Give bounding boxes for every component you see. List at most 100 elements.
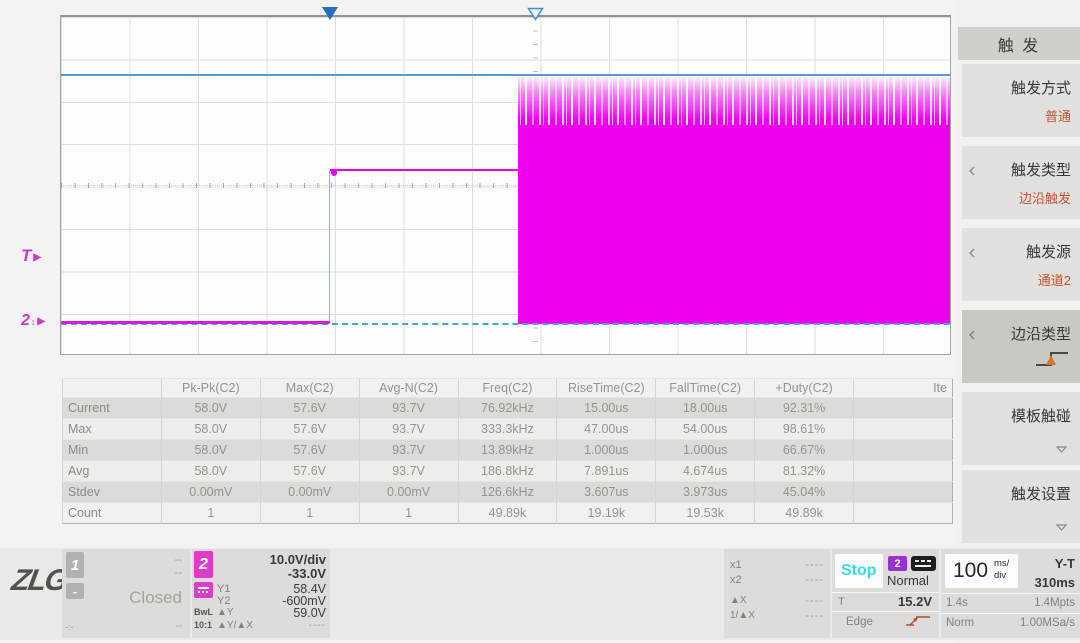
cell <box>854 419 953 440</box>
table-row-avg: Avg 58.0V 57.6V 93.7V 186.8kHz 7.891us 4… <box>63 461 953 482</box>
channel1-offset: -- <box>175 567 182 579</box>
cell: 57.6V <box>260 461 359 482</box>
channel2-status-block[interactable]: 2 10.0V/div -33.0V Y1 58.4V Y2 -600mV Bw… <box>192 549 330 638</box>
trigger-status-block[interactable]: Stop 2 Normal T 15.2V Edge <box>832 549 939 638</box>
table-row-max: Max 58.0V 57.6V 93.7V 333.3kHz 47.00us 5… <box>63 419 953 440</box>
bandwidth-limit-badge: BwL <box>194 607 213 617</box>
cell: 186.8kHz <box>458 461 557 482</box>
cell: 93.7V <box>359 440 458 461</box>
cell: 57.6V <box>260 419 359 440</box>
run-state-box[interactable]: Stop <box>835 554 883 588</box>
row-label: Count <box>63 503 162 524</box>
col-header-blank <box>63 379 162 398</box>
edge-trigger-icon <box>905 613 931 633</box>
display-memory-icon <box>911 556 936 571</box>
display-mode: Y-T <box>1055 556 1075 571</box>
submenu-left-arrow-icon <box>968 246 976 264</box>
menu-item-trigger-source[interactable]: 触发源 通道2 <box>962 228 1080 301</box>
channel2-offset: -33.0V <box>288 566 326 581</box>
rising-edge-icon <box>1034 348 1070 375</box>
channel2-badge: 2 <box>194 551 213 578</box>
menu-item-label: 边沿类型 <box>1011 323 1071 344</box>
cell: 98.61% <box>755 419 854 440</box>
trigger-source-badge: 2 <box>888 556 907 571</box>
channel1-state: Closed <box>129 588 182 608</box>
cell: 49.89k <box>458 503 557 524</box>
col-header-pkpk: Pk-Pk(C2) <box>161 379 260 398</box>
delta-x-label: ▲X <box>730 595 747 606</box>
run-state: Stop <box>841 562 877 580</box>
delay-reference-marker-icon[interactable] <box>527 7 544 26</box>
trigger-delay: 310ms <box>1035 575 1075 590</box>
col-header-avgn: Avg-N(C2) <box>359 379 458 398</box>
inverse-delta-x-value: ---- <box>805 610 824 622</box>
cell: 126.6kHz <box>458 482 557 503</box>
cell: 19.19k <box>557 503 656 524</box>
trigger-menu-panel: 触 发 触发方式 普通 触发类型 边沿触发 触发源 通道2 边沿类型 <box>955 0 1080 643</box>
menu-item-template-trigger[interactable]: 模板触碰 <box>962 392 1080 465</box>
delta-x-value: ---- <box>805 595 824 607</box>
channel1-minus-badge: - <box>66 583 84 599</box>
channel2-vdiv: 10.0V/div <box>270 552 326 567</box>
menu-item-trigger-mode[interactable]: 触发方式 普通 <box>962 64 1080 137</box>
channel2-baseline-trace <box>61 321 330 324</box>
trigger-type-label: Edge <box>846 616 873 628</box>
cell: 1.000us <box>557 440 656 461</box>
cell: 58.0V <box>161 461 260 482</box>
channel1-number: 1 <box>71 557 79 574</box>
x1-label: x1 <box>730 559 742 571</box>
cell: 1 <box>260 503 359 524</box>
cell <box>854 482 953 503</box>
cell: 19.53k <box>656 503 755 524</box>
waveform-display[interactable] <box>60 15 951 355</box>
cursor-y1-line[interactable] <box>61 74 950 76</box>
trigger-level-marker[interactable]: T▶ <box>21 246 41 266</box>
submenu-left-arrow-icon <box>968 328 976 346</box>
menu-item-label: 触发源 <box>1026 241 1071 262</box>
col-header-falltime: FallTime(C2) <box>656 379 755 398</box>
channel1-status-block[interactable]: 1 -- -- - Closed -:- -- <box>62 549 190 638</box>
cell: 93.7V <box>359 419 458 440</box>
menu-item-value: 普通 <box>1045 106 1071 125</box>
cell: 7.891us <box>557 461 656 482</box>
timebase-status-block[interactable]: 100 ms/ div Y-T 310ms 1.4s 1.4Mpts Norm … <box>941 549 1080 638</box>
delta-y-value: 59.0V <box>293 606 326 620</box>
menu-item-trigger-type[interactable]: 触发类型 边沿触发 <box>962 146 1080 219</box>
probe-ratio-badge: 10:1 <box>194 620 212 630</box>
x2-label: x2 <box>730 574 742 586</box>
channel2-burst-spikes <box>518 77 951 126</box>
table-row-current: Current 58.0V 57.6V 93.7V 76.92kHz 15.00… <box>63 398 953 419</box>
cell: 18.00us <box>656 398 755 419</box>
channel2-ground-marker[interactable]: 2↕▶ <box>21 312 45 330</box>
table-row-count: Count 1 1 1 49.89k 19.19k 19.53k 49.89k <box>63 503 953 524</box>
menu-item-trigger-settings[interactable]: 触发设置 <box>962 470 1080 543</box>
col-header-risetime: RiseTime(C2) <box>557 379 656 398</box>
right-arrow-icon: ▶ <box>33 252 41 263</box>
channel1-badge: 1 <box>66 552 84 578</box>
menu-item-label: 触发类型 <box>1011 159 1071 180</box>
x-cursor-block[interactable]: x1 ---- x2 ---- ▲X ---- 1/▲X ---- <box>724 549 830 638</box>
timebase-scale-box[interactable]: 100 ms/ div <box>945 554 1018 588</box>
cell: 3.607us <box>557 482 656 503</box>
cell: 93.7V <box>359 398 458 419</box>
trigger-level-label: T <box>838 596 845 608</box>
cell: 58.0V <box>161 440 260 461</box>
cell: 93.7V <box>359 461 458 482</box>
capture-duration: 1.4s <box>946 597 968 609</box>
cell: 45.04% <box>755 482 854 503</box>
col-header-duty: +Duty(C2) <box>755 379 854 398</box>
trigger-position-marker-icon[interactable] <box>322 7 338 20</box>
trigger-menu-title-text: 触 发 <box>998 32 1040 56</box>
minus-label: - <box>73 584 77 599</box>
cell: 1.000us <box>656 440 755 461</box>
cell: 4.674us <box>656 461 755 482</box>
chevron-down-icon <box>1056 518 1067 536</box>
row-label: Current <box>63 398 162 419</box>
menu-item-edge-type[interactable]: 边沿类型 <box>962 310 1080 383</box>
cell: 81.32% <box>755 461 854 482</box>
cell <box>854 440 953 461</box>
measurement-table: Pk-Pk(C2) Max(C2) Avg-N(C2) Freq(C2) Ris… <box>62 378 953 524</box>
cell <box>854 503 953 524</box>
cell <box>854 461 953 482</box>
cell: 66.67% <box>755 440 854 461</box>
